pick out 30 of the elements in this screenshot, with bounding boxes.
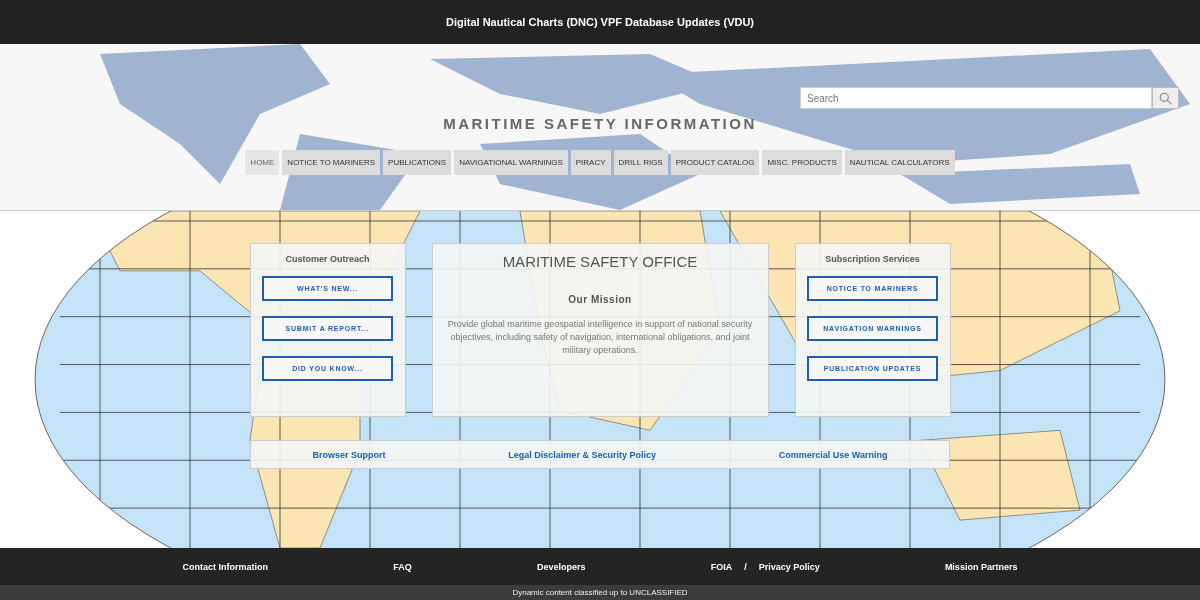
nav-tab[interactable]: HOME (245, 150, 280, 175)
nav-tab[interactable]: NAUTICAL CALCULATORS (844, 150, 955, 175)
card-title: MARITIME SAFETY OFFICE (502, 253, 698, 270)
footer-link[interactable]: Mission Partners (944, 561, 1018, 572)
footer-link[interactable]: FOIA (710, 561, 733, 572)
search-button[interactable] (1152, 87, 1179, 109)
footer-link[interactable]: Legal Disclaimer & Security Policy (508, 449, 656, 460)
footer-link[interactable]: Contact Information (182, 561, 269, 572)
footer-link[interactable]: FAQ (393, 561, 412, 572)
nav-tab[interactable]: PIRACY (570, 150, 611, 175)
footer-link[interactable]: Privacy Policy (758, 561, 820, 572)
search-icon (1159, 91, 1172, 105)
nav-tab[interactable]: PRODUCT CATALOG (670, 150, 760, 175)
card-title: Customer Outreach (285, 254, 370, 264)
mission-text: Provide global maritime geospatial intelligence in support of national security objectives, including safety of navigation, international obligations, and joint military operations. (446, 318, 754, 357)
site-title: MARITIME SAFETY INFORMATION (443, 115, 757, 132)
footer-link[interactable]: Browser Support (312, 449, 386, 460)
search-field[interactable]: Search (800, 87, 1152, 109)
classification-text: Dynamic content classified up to UNCLASSIFIED (512, 588, 688, 597)
nav-tab[interactable]: NAVIGATIONAL WARNINGS (454, 150, 568, 175)
link-separator: / (744, 561, 747, 572)
nav-tab[interactable]: DRILL RIGS (613, 150, 668, 175)
card-title: Subscription Services (825, 254, 920, 264)
nav-tab[interactable]: NOTICE TO MARINERS (282, 150, 381, 175)
nav-tab[interactable]: PUBLICATIONS (383, 150, 452, 175)
nav-tab[interactable]: MISC. PRODUCTS (762, 150, 842, 175)
footer-link[interactable]: Commercial Use Warning (778, 449, 888, 460)
mission-heading: Our Mission (568, 294, 632, 305)
page-title: Digital Nautical Charts (DNC) VPF Database Updates (VDU) (445, 16, 755, 28)
footer-link[interactable]: Developers (536, 561, 586, 572)
